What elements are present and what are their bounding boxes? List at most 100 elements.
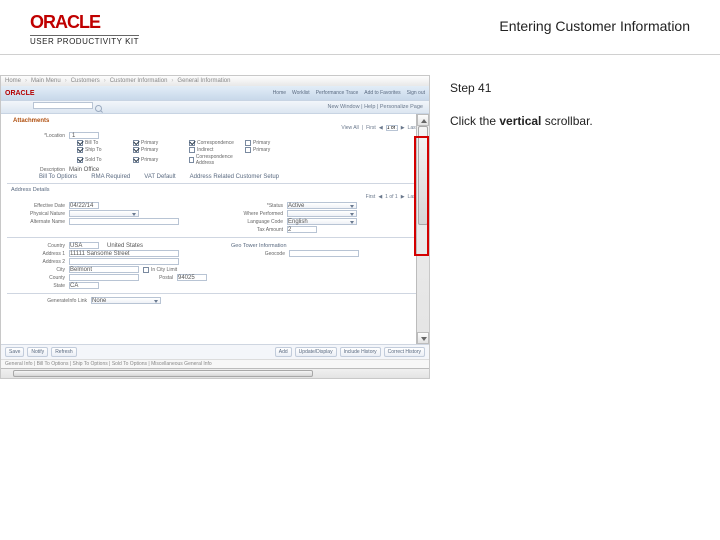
status-select[interactable]: Active (287, 202, 357, 209)
city-field[interactable]: Belmont (69, 266, 139, 273)
app-subheader: New Window | Help | Personalize Page (1, 100, 429, 114)
state-field[interactable]: CA (69, 282, 99, 289)
addr1-field[interactable]: 11111 Sansome Street (69, 250, 179, 257)
pager-prev-icon[interactable]: ◀ (379, 125, 383, 131)
county-field[interactable] (69, 274, 139, 281)
gis-label: GenerateInfo Link (7, 298, 87, 304)
header-link[interactable]: Add to Favorites (364, 90, 400, 96)
horizontal-scrollbar[interactable] (1, 368, 429, 378)
checkbox[interactable] (245, 140, 251, 146)
role-checkbox: Correspondence (189, 140, 235, 146)
search-icon[interactable] (95, 105, 102, 112)
page-title: Entering Customer Information (499, 18, 690, 34)
checkbox[interactable] (245, 147, 251, 153)
physnature-select[interactable] (69, 210, 139, 217)
scroll-up-button[interactable] (417, 114, 429, 126)
scroll-track[interactable] (417, 126, 429, 332)
geocode-field[interactable] (289, 250, 359, 257)
search-input[interactable] (33, 102, 93, 109)
role-checkbox: Bill To (77, 140, 123, 146)
scroll-down-button[interactable] (417, 332, 429, 344)
checkbox[interactable] (77, 147, 83, 153)
vertical-scrollbar[interactable] (416, 114, 429, 344)
pager-prev-icon[interactable]: ◀ (378, 194, 382, 200)
checkbox-label: Bill To (85, 140, 98, 146)
checkbox[interactable] (189, 140, 195, 146)
link[interactable]: VAT Default (144, 174, 175, 180)
role-checkbox: Ship To (77, 147, 123, 153)
action-toolbar: Save Notify Refresh Add Update/Display I… (1, 344, 429, 359)
app-brand-logo: ORACLE (5, 90, 35, 97)
role-checkbox: Primary (133, 154, 179, 166)
country-label: Country (7, 243, 65, 249)
app-screenshot: Home› Main Menu› Customers› Customer Inf… (0, 75, 430, 379)
altname-field[interactable] (69, 218, 179, 225)
lang-select[interactable]: English (287, 218, 357, 225)
incity-checkbox[interactable] (143, 267, 149, 273)
step-text-bold: vertical (499, 114, 541, 128)
scroll-thumb[interactable] (418, 126, 428, 225)
location-field[interactable]: 1 (69, 132, 99, 139)
save-button[interactable]: Save (5, 347, 24, 357)
address-section-title: Address Details (11, 187, 423, 193)
link[interactable]: Address Related Customer Setup (190, 174, 279, 180)
breadcrumb-item[interactable]: Main Menu (31, 78, 61, 84)
country-name: United States (107, 243, 143, 249)
state-label: State (7, 283, 65, 289)
subheader-links[interactable]: New Window | Help | Personalize Page (328, 104, 424, 110)
whereperf-select[interactable] (287, 210, 357, 217)
include-history-button[interactable]: Include History (340, 347, 381, 357)
update-display-button[interactable]: Update/Display (295, 347, 337, 357)
header-link[interactable]: Worklist (292, 90, 310, 96)
notify-button[interactable]: Notify (27, 347, 48, 357)
breadcrumb-item[interactable]: Home (5, 78, 21, 84)
view-all-link[interactable]: View All (341, 125, 358, 131)
header-link[interactable]: Sign out (407, 90, 425, 96)
description-label: Description (7, 167, 65, 173)
gis-select[interactable]: None (91, 297, 161, 304)
checkbox-label: Ship To (85, 147, 102, 153)
addr2-field[interactable] (69, 258, 179, 265)
checkbox-label: Sold To (85, 157, 102, 163)
postal-field[interactable]: 94025 (177, 274, 207, 281)
pager-index[interactable] (386, 125, 398, 131)
pager-first[interactable]: First (366, 194, 376, 200)
add-button[interactable]: Add (275, 347, 292, 357)
country-field[interactable]: USA (69, 242, 99, 249)
tax-field[interactable]: 2 (287, 226, 317, 233)
attachments-label: Attachments (7, 116, 423, 124)
link[interactable]: RMA Required (91, 174, 130, 180)
header-link[interactable]: Home (273, 90, 286, 96)
pager-first[interactable]: First (366, 125, 376, 131)
checkbox-label: Primary (253, 147, 270, 153)
checkbox[interactable] (133, 157, 139, 163)
brand-block: ORACLE USER PRODUCTIVITY KIT (30, 12, 139, 46)
tax-label: Tax Amount (225, 227, 283, 233)
role-checkbox: Primary (133, 140, 179, 146)
brand-logo: ORACLE (30, 12, 139, 33)
pager: View All | First ◀ ▶ Last (341, 125, 417, 131)
checkbox[interactable] (189, 147, 195, 153)
checkbox[interactable] (77, 157, 83, 163)
header-link[interactable]: Performance Trace (316, 90, 359, 96)
pager-next-icon[interactable]: ▶ (401, 194, 405, 200)
correct-history-button[interactable]: Correct History (384, 347, 425, 357)
breadcrumb-item[interactable]: Customer Information (110, 78, 168, 84)
checkbox-label: Primary (253, 140, 270, 146)
checkbox[interactable] (133, 147, 139, 153)
pager-range: 1 of 1 (385, 194, 398, 200)
step-panel: Step 41 Click the vertical scrollbar. (430, 81, 690, 379)
breadcrumb-item[interactable]: General Information (177, 78, 230, 84)
pager-next-icon[interactable]: ▶ (401, 125, 405, 131)
app-header-links: Home Worklist Performance Trace Add to F… (273, 90, 425, 96)
refresh-button[interactable]: Refresh (51, 347, 77, 357)
role-checkbox: Indirect (189, 147, 235, 153)
addr2-label: Address 2 (7, 259, 65, 265)
breadcrumb-item[interactable]: Customers (71, 78, 100, 84)
checkbox[interactable] (189, 157, 194, 163)
h-scroll-thumb[interactable] (13, 370, 313, 377)
status-label: *Status (225, 203, 283, 209)
link[interactable]: Bill To Options (39, 174, 77, 180)
form-body: Attachments View All | First ◀ ▶ Last *L… (1, 114, 429, 344)
effdate-field[interactable]: 04/22/14 (69, 202, 99, 209)
